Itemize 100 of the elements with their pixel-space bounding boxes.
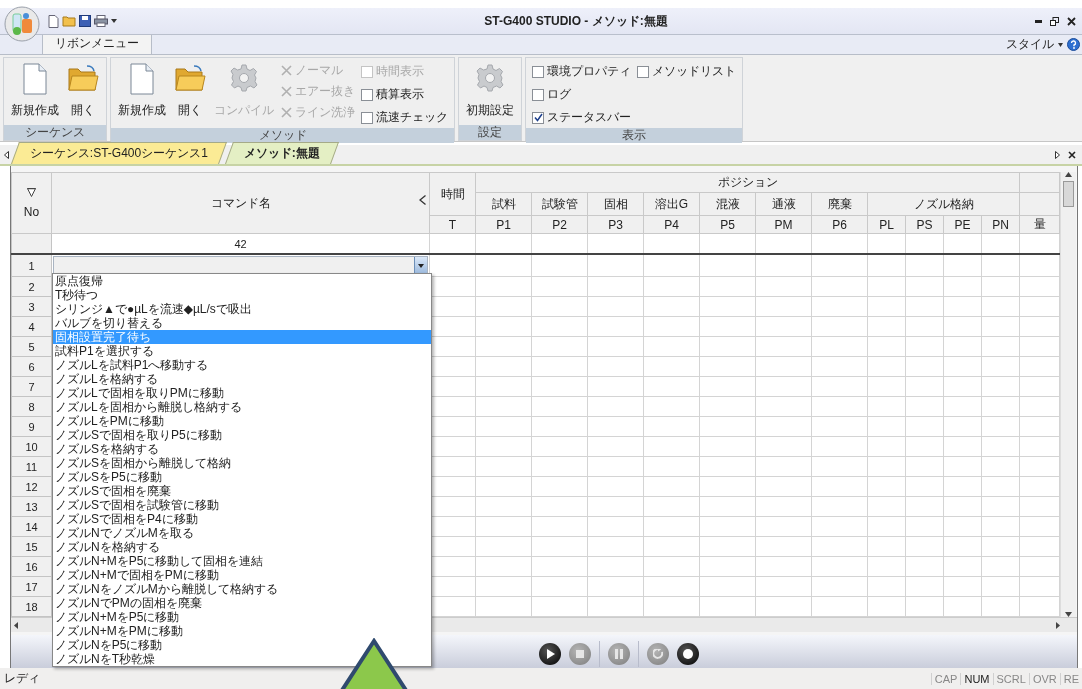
dropdown-item[interactable]: ノズルN+Mで固相をPMに移動	[53, 568, 431, 582]
minimize-icon[interactable]	[1035, 19, 1042, 23]
dropdown-item[interactable]: ノズルLで固相を取りPMに移動	[53, 386, 431, 400]
window-title: ST-G400 STUDIO - メソッド:無題	[483, 12, 669, 30]
dropdown-item[interactable]: 試料P1を選択する	[53, 344, 431, 358]
column-header: PE	[954, 217, 971, 232]
dropdown-item[interactable]: ノズルNを格納する	[53, 540, 431, 554]
dropdown-item[interactable]: ノズルN+MをP5に移動して固相を連結	[53, 554, 431, 568]
column-header: P3	[608, 217, 623, 232]
row-number: 7	[28, 380, 35, 393]
column-header: No	[23, 204, 40, 219]
dropdown-item[interactable]: ノズルNでノズルMを取る	[53, 526, 431, 540]
dropdown-item[interactable]: ノズルNをノズルMから離脱して格納する	[53, 582, 431, 596]
help-icon[interactable]	[1067, 38, 1080, 51]
dropdown-item[interactable]: ノズルNでPMの固相を廃棄	[53, 596, 431, 610]
column-header: 溶出G	[654, 196, 689, 211]
status-indicator: SCRL	[992, 672, 1029, 685]
dropdown-item[interactable]: ノズルSで固相を試験管に移動	[53, 498, 431, 512]
dropdown-item[interactable]: ノズルSをP5に移動	[53, 470, 431, 484]
status-indicator: OVR	[1028, 672, 1060, 685]
dropdown-item[interactable]: バルブを切り替える	[53, 316, 431, 330]
dropdown-item[interactable]: ノズルSを格納する	[53, 442, 431, 456]
row-number: 10	[25, 440, 38, 453]
dropdown-item[interactable]: ノズルSで固相をP4に移動	[53, 512, 431, 526]
status-text: レディ	[4, 670, 40, 687]
group-label: 表示	[526, 128, 742, 143]
column-header: PS	[916, 217, 933, 232]
scroll-left-icon[interactable]	[4, 150, 9, 159]
scroll-right-icon[interactable]	[1055, 150, 1060, 159]
status-indicator: CAP	[930, 672, 961, 685]
cross-icon	[281, 86, 292, 97]
close-icon[interactable]	[1067, 16, 1076, 26]
row-number: 17	[25, 580, 38, 593]
restore-icon[interactable]	[1050, 16, 1059, 26]
arrow-down-icon[interactable]	[1065, 612, 1073, 617]
column-header: P6	[832, 217, 847, 232]
cross-icon	[281, 107, 292, 118]
dropdown-item[interactable]: ノズルLをPMに移動	[53, 414, 431, 428]
dropdown-item[interactable]: ノズルSで固相を廃棄	[53, 484, 431, 498]
ribbon-button[interactable]: 初期設定	[465, 61, 515, 121]
checkbox[interactable]: 環境プロパティ	[532, 61, 631, 82]
folder-icon	[67, 63, 99, 93]
dropdown-item[interactable]: ノズルN+MをP5に移動	[53, 610, 431, 624]
row-number: 2	[28, 280, 35, 293]
dropdown-arrow-icon[interactable]	[111, 18, 117, 24]
column-header: P5	[720, 217, 735, 232]
column-header: 通液	[771, 196, 796, 211]
column-header: 時間	[440, 186, 465, 201]
filter-icon[interactable]	[27, 187, 36, 197]
save-icon[interactable]	[79, 15, 91, 27]
dropdown-item[interactable]: ノズルNをP5に移動	[53, 638, 431, 652]
dropdown-item[interactable]: T秒待つ	[53, 288, 431, 302]
dropdown-item[interactable]: ノズルLを格納する	[53, 372, 431, 386]
dropdown-item[interactable]: ノズルSを固相から離脱して格納	[53, 456, 431, 470]
ribbon-button[interactable]: 新規作成	[10, 61, 60, 121]
ribbon-button[interactable]: 新規作成	[117, 61, 167, 121]
row-number: 15	[25, 540, 38, 553]
gear-icon	[229, 63, 259, 93]
column-header: P1	[496, 217, 511, 232]
dropdown-item[interactable]: ノズルLを固相から離脱し格納する	[53, 400, 431, 414]
column-header: P2	[552, 217, 567, 232]
checkbox[interactable]: メソッドリスト	[637, 61, 736, 82]
column-header: 廃棄	[827, 196, 852, 211]
play-icon	[545, 649, 555, 659]
ribbon-button[interactable]: 開く	[66, 61, 100, 121]
dropdown-item[interactable]: ノズルNをT秒乾燥	[53, 652, 431, 666]
scrollbar-thumb[interactable]	[1063, 181, 1075, 207]
ribbon-button[interactable]: 開く	[173, 61, 207, 121]
check-icon	[533, 113, 543, 122]
row-number: 6	[28, 360, 35, 373]
dropdown-item[interactable]: シリンジ▲で●µLを流速◆µL/sで吸出	[53, 302, 431, 316]
checkbox[interactable]: 流速チェック	[361, 107, 448, 128]
dropdown-item[interactable]: ノズルLを試料P1へ移動する	[53, 358, 431, 372]
arrow-up-icon[interactable]	[1065, 172, 1073, 177]
record-button[interactable]	[677, 643, 699, 665]
printer-icon[interactable]	[94, 15, 108, 27]
vertical-scrollbar[interactable]	[1060, 172, 1077, 617]
play-button[interactable]	[539, 643, 561, 665]
group-label: 設定	[459, 125, 521, 140]
column-header: P4	[664, 217, 679, 232]
cross-icon	[281, 65, 292, 76]
dropdown-item[interactable]: ノズルSで固相を取りP5に移動	[53, 428, 431, 442]
document-tab[interactable]: シーケンス:ST-G400シーケンス1	[11, 142, 228, 164]
arrow-left-icon[interactable]	[14, 621, 18, 629]
dropdown-arrow-icon[interactable]	[1058, 42, 1063, 47]
style-menu[interactable]: スタイル	[1006, 36, 1054, 53]
arrow-right-icon[interactable]	[1056, 621, 1060, 629]
document-tab[interactable]: メソッド:無題	[225, 142, 340, 164]
dropdown-item[interactable]: 原点復帰	[53, 274, 431, 288]
status-indicator: NUM	[960, 672, 993, 685]
checkbox[interactable]: ログ	[532, 84, 631, 105]
checkbox[interactable]: ステータスバー	[532, 107, 631, 128]
checkbox[interactable]: 積算表示	[361, 84, 448, 105]
row-number: 8	[28, 400, 35, 413]
close-icon[interactable]	[1068, 150, 1076, 159]
group-label: シーケンス	[4, 125, 106, 140]
document-icon	[129, 63, 155, 95]
column-header: コマンド名	[210, 195, 271, 210]
dropdown-item[interactable]: ノズルN+MをPMに移動	[53, 624, 431, 638]
new-file-icon[interactable]	[48, 14, 59, 28]
